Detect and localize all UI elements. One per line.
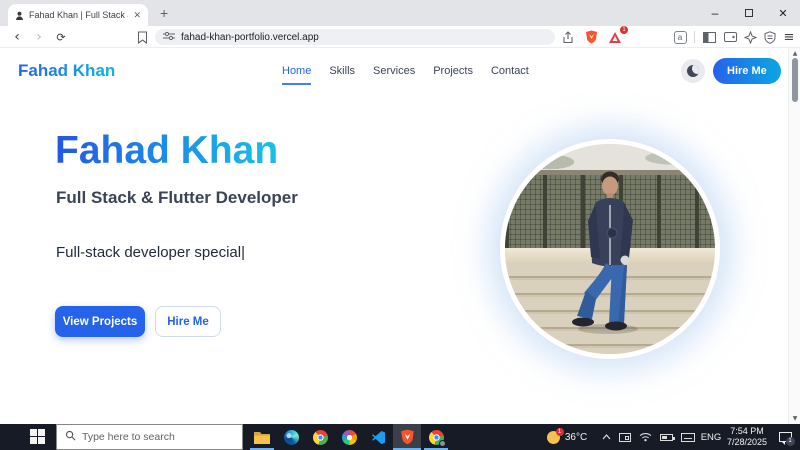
weather-icon[interactable]: 1 [544, 424, 564, 450]
tray-time: 7:54 PM [730, 426, 764, 436]
profile-badge [439, 440, 446, 447]
temperature-text[interactable]: 36°C [562, 424, 590, 450]
nav-item-skills[interactable]: Skills [329, 65, 355, 85]
window-close-button[interactable]: ✕ [766, 0, 800, 26]
tab-close-icon[interactable]: ✕ [133, 10, 141, 21]
display-icon[interactable] [616, 424, 634, 450]
tray-date: 7/28/2025 [726, 437, 768, 447]
dark-mode-toggle[interactable] [681, 59, 705, 83]
site-settings-icon[interactable] [163, 28, 175, 46]
browser-tab[interactable]: Fahad Khan | Full Stack & Flutter ✕ [8, 4, 148, 26]
window-restore-button[interactable] [732, 0, 766, 26]
scroll-up-icon[interactable]: ▲ [789, 50, 800, 57]
search-input[interactable] [82, 431, 222, 443]
nav-item-home[interactable]: Home [282, 65, 312, 85]
leo-ai-star-icon[interactable] [742, 29, 758, 45]
rewards-badge: 1 [620, 26, 628, 34]
profile-photo: Full Stack Flutter Expert [505, 144, 715, 354]
reader-extension-icon[interactable]: a [672, 29, 688, 45]
photos-icon[interactable] [335, 424, 363, 450]
forward-icon[interactable]: › [30, 26, 48, 48]
brave-icon[interactable] [393, 424, 421, 450]
share-icon[interactable] [560, 29, 576, 45]
notification-count: 1 [785, 437, 795, 446]
edge-icon[interactable] [277, 424, 305, 450]
site-nav: Home Skills Services Projects Contact [282, 65, 529, 85]
site-favicon-icon [15, 11, 24, 20]
hero-title: Fahad Khan [55, 129, 279, 172]
brave-shields-icon[interactable] [583, 29, 599, 45]
clock[interactable]: 7:54 PM 7/28/2025 [724, 424, 770, 450]
new-tab-button[interactable]: + [160, 4, 168, 22]
address-bar[interactable]: fahad-khan-portfolio.vercel.app [155, 29, 555, 45]
file-explorer-icon[interactable] [248, 424, 276, 450]
profile-photo-image [505, 144, 715, 354]
chrome-profile-icon[interactable] [422, 424, 450, 450]
wifi-icon[interactable] [636, 424, 654, 450]
toolbar-divider [694, 31, 695, 43]
moon-icon [687, 65, 699, 77]
hero-hire-me-button[interactable]: Hire Me [155, 306, 221, 337]
tab-title: Fahad Khan | Full Stack & Flutter [29, 10, 128, 20]
touch-keyboard-icon[interactable] [678, 424, 698, 450]
restore-icon [745, 9, 753, 17]
scroll-down-icon[interactable]: ▼ [789, 415, 800, 422]
screen: Fahad Khan | Full Stack & Flutter ✕ + – … [0, 0, 800, 450]
menu-icon[interactable]: ≡ [781, 29, 797, 45]
wallet-icon[interactable] [722, 29, 738, 45]
sidebar-icon[interactable] [701, 29, 717, 45]
nav-item-projects[interactable]: Projects [433, 65, 473, 85]
nav-hire-me-button[interactable]: Hire Me [713, 58, 781, 84]
browser-titlebar: Fahad Khan | Full Stack & Flutter ✕ + – … [0, 0, 800, 26]
page-scrollbar[interactable]: ▲ ▼ [788, 48, 800, 424]
start-button-icon[interactable] [30, 429, 45, 444]
search-icon [65, 428, 76, 446]
windows-taskbar: 1 36°C ENG 7:54 PM7/28/2025 1 [0, 424, 800, 450]
url-text[interactable]: fahad-khan-portfolio.vercel.app [181, 32, 319, 43]
nav-item-services[interactable]: Services [373, 65, 415, 85]
taskbar-search[interactable] [56, 424, 243, 450]
scrollbar-thumb[interactable] [792, 58, 798, 102]
bookmark-icon[interactable] [134, 29, 150, 45]
vscode-icon[interactable] [364, 424, 392, 450]
webpage: Fahad Khan Home Skills Services Projects… [0, 48, 800, 424]
language-indicator[interactable]: ENG [698, 424, 724, 450]
chrome-icon[interactable] [306, 424, 334, 450]
site-logo[interactable]: Fahad Khan [18, 61, 115, 81]
window-controls: – ✕ [698, 0, 800, 26]
browser-toolbar: ‹ › ⟳ fahad-khan-portfolio.vercel.app 1 … [0, 26, 800, 48]
vpn-shield-icon[interactable] [762, 29, 778, 45]
window-minimize-button[interactable]: – [698, 0, 732, 26]
reload-icon[interactable]: ⟳ [52, 26, 70, 48]
back-icon[interactable]: ‹ [8, 26, 26, 48]
battery-icon[interactable] [656, 424, 676, 450]
hero-typing-text: Full-stack developer special| [56, 244, 245, 261]
view-projects-button[interactable]: View Projects [55, 306, 145, 337]
hero-subtitle: Full Stack & Flutter Developer [56, 188, 298, 207]
hidden-icons-chevron-icon[interactable] [598, 424, 614, 450]
action-center-icon[interactable]: 1 [774, 424, 796, 450]
person-figure [572, 171, 638, 334]
brave-rewards-icon[interactable]: 1 [606, 26, 628, 45]
nav-item-contact[interactable]: Contact [491, 65, 529, 85]
